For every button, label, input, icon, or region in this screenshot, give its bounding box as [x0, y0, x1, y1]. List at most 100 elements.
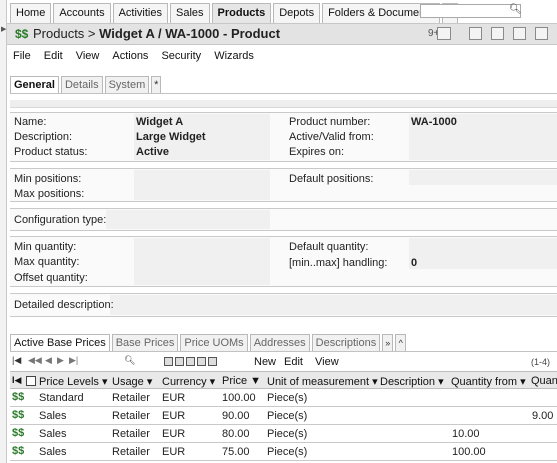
col-currency[interactable]: Currency ▾ — [162, 375, 215, 388]
default-quantity-label: Default quantity: — [289, 241, 369, 253]
product-number-label: Product number: — [289, 116, 371, 128]
offset-quantity-label: Offset quantity: — [14, 272, 88, 284]
tab-price-uoms[interactable]: Price UOMs — [180, 334, 248, 352]
field-box — [110, 295, 557, 315]
description-value[interactable]: Large Widget — [136, 131, 206, 143]
menu-view[interactable]: View — [76, 50, 100, 62]
tab-more[interactable]: * — [151, 76, 162, 94]
minmax-handling-value[interactable]: 0 — [411, 257, 417, 269]
menu-actions[interactable]: Actions — [112, 50, 148, 62]
nav-tab-activities[interactable]: Activities — [112, 3, 168, 23]
cell-uom: Piece(s) — [267, 446, 308, 458]
cell-quantity-from: 100.00 — [452, 446, 486, 458]
check-icon[interactable] — [197, 357, 206, 366]
select-all-checkbox[interactable] — [26, 376, 36, 386]
page-title: Products > Widget A / WA-1000 - Product — [33, 26, 280, 41]
col-unit-of-measurement[interactable]: Unit of measurement ▾ — [267, 375, 378, 388]
search-icon[interactable]: 🔍︎ — [124, 355, 135, 366]
layout-icon[interactable] — [491, 27, 504, 40]
min-quantity-label: Min quantity: — [14, 241, 77, 253]
filter-icon[interactable] — [175, 357, 184, 366]
first-page-icon[interactable]: |◀ — [12, 355, 21, 366]
col-price[interactable]: Price ▼ — [222, 375, 261, 387]
col-quantity-to[interactable]: Quant — [531, 375, 557, 387]
last-page-icon[interactable]: ▶| — [69, 355, 78, 366]
cell-uom: Piece(s) — [267, 410, 308, 422]
col-quantity-from[interactable]: Quantity from ▾ — [451, 375, 526, 388]
row-indicator-icon[interactable]: I◀ — [12, 375, 21, 386]
prev-page-icon[interactable]: ◀ — [45, 355, 52, 366]
col-description[interactable]: Description ▾ — [380, 375, 444, 388]
cell-uom: Piece(s) — [267, 392, 308, 404]
nav-tab-sales[interactable]: Sales — [170, 3, 210, 23]
col-usage[interactable]: Usage ▾ — [112, 375, 152, 388]
breadcrumb[interactable]: Products > — [33, 26, 99, 41]
print-icon[interactable] — [513, 27, 526, 40]
grid-header: I◀ Price Levels ▾ Usage ▾ Currency ▾ Pri… — [10, 371, 557, 389]
table-row[interactable]: $$ Sales Retailer EUR 80.00 Piece(s) 10.… — [10, 425, 557, 443]
price-icon[interactable]: $$ — [12, 391, 24, 403]
nav-tab-depots[interactable]: Depots — [273, 3, 321, 23]
cell-price: 75.00 — [222, 446, 250, 458]
tab-active-base-prices[interactable]: Active Base Prices — [10, 334, 110, 352]
mail-icon[interactable] — [437, 27, 451, 40]
expand-arrow-icon[interactable]: ▶ — [1, 25, 6, 33]
cell-uom: Piece(s) — [267, 428, 308, 440]
tab-base-prices[interactable]: Base Prices — [111, 334, 179, 352]
name-value[interactable]: Widget A — [136, 116, 183, 128]
product-status-label: Product status: — [14, 146, 88, 158]
col-price-levels[interactable]: Price Levels ▾ — [39, 375, 108, 388]
max-quantity-label: Max quantity: — [14, 256, 80, 268]
view-button[interactable]: View — [315, 356, 339, 368]
field-box — [409, 170, 557, 185]
cell-currency: EUR — [162, 428, 186, 440]
table-row[interactable]: $$ Sales Retailer EUR 90.00 Piece(s) 9.0… — [10, 407, 557, 425]
divider — [10, 351, 557, 352]
cell-usage: Retailer — [112, 446, 150, 458]
cell-price-level: Standard — [39, 392, 84, 404]
tab-system[interactable]: System — [104, 76, 150, 94]
price-icon[interactable]: $$ — [12, 445, 24, 457]
new-button[interactable]: New — [254, 356, 276, 368]
tab-collapse-button[interactable]: ^ — [395, 334, 407, 352]
menu-wizards[interactable]: Wizards — [214, 50, 254, 62]
table-row[interactable]: $$ Sales Retailer EUR 75.00 Piece(s) 100… — [10, 443, 557, 461]
cell-price: 80.00 — [222, 428, 250, 440]
grid-icon[interactable] — [208, 357, 217, 366]
edit-button[interactable]: Edit — [284, 356, 303, 368]
top-navigation: Home Accounts Activities Sales Products … — [10, 3, 460, 23]
product-status-value[interactable]: Active — [136, 146, 169, 158]
close-icon[interactable] — [535, 27, 548, 40]
price-icon[interactable]: $$ — [12, 409, 24, 421]
tab-details[interactable]: Details — [60, 76, 103, 94]
table-row[interactable]: $$ Standard Retailer EUR 100.00 Piece(s) — [10, 389, 557, 407]
nav-tab-accounts[interactable]: Accounts — [53, 3, 111, 23]
clear-icon[interactable] — [186, 357, 195, 366]
nav-tab-home[interactable]: Home — [10, 3, 52, 23]
field-box — [134, 238, 270, 285]
tab-general[interactable]: General — [10, 76, 59, 94]
grid-tabs: Active Base Prices Base Prices Price UOM… — [10, 334, 408, 352]
menu-security[interactable]: Security — [161, 50, 201, 62]
default-positions-label: Default positions: — [289, 173, 374, 185]
record-range: (1-4) — [531, 357, 551, 367]
search-input[interactable] — [420, 4, 521, 18]
cell-usage: Retailer — [112, 410, 150, 422]
tab-descriptions[interactable]: Descriptions — [311, 334, 381, 352]
cell-quantity-from: 10.00 — [452, 428, 480, 440]
product-number-value[interactable]: WA-1000 — [411, 116, 457, 128]
grid-toolbar: |◀ ◀◀ ◀ ▶ ▶| 🔍︎ New Edit View (1-4) — [10, 354, 557, 370]
search-icon[interactable]: 🔍︎ — [509, 4, 522, 15]
nav-tab-products[interactable]: Products — [211, 3, 272, 23]
menu-file[interactable]: File — [13, 50, 31, 62]
window-icon[interactable] — [469, 27, 482, 40]
tab-addresses[interactable]: Addresses — [249, 334, 310, 352]
menu-edit[interactable]: Edit — [44, 50, 63, 62]
tab-more-button[interactable]: » — [382, 334, 394, 352]
left-panel-edge[interactable]: ▶ — [0, 0, 7, 463]
cell-price-level: Sales — [39, 410, 67, 422]
price-icon[interactable]: $$ — [12, 427, 24, 439]
next-page-icon[interactable]: ▶ — [57, 355, 64, 366]
prev-fast-icon[interactable]: ◀◀ — [28, 355, 42, 366]
delete-icon[interactable] — [164, 357, 173, 366]
